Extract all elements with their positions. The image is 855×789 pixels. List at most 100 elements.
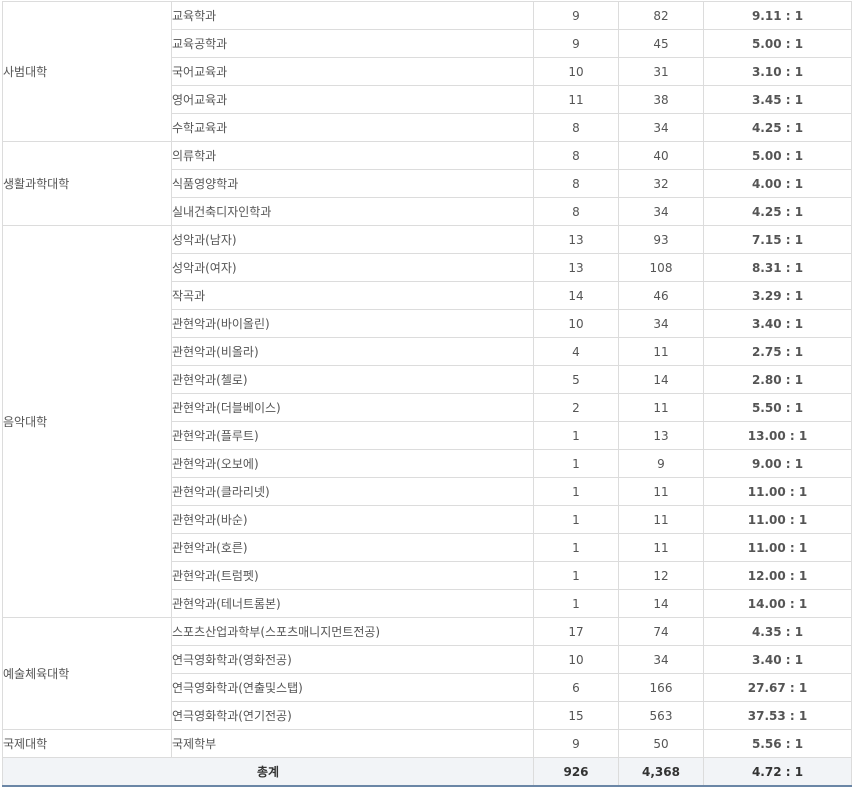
ratio-cell: 9.00 : 1: [703, 449, 852, 478]
quota-cell: 6: [533, 673, 619, 702]
quota-cell: 13: [533, 225, 619, 254]
total-ratio: 4.72 : 1: [703, 757, 852, 787]
applicants-cell: 34: [618, 197, 704, 226]
ratio-cell: 2.80 : 1: [703, 365, 852, 394]
department-cell: 교육학과: [171, 1, 534, 30]
quota-cell: 15: [533, 701, 619, 730]
quota-cell: 10: [533, 57, 619, 86]
department-cell: 국제학부: [171, 729, 534, 758]
table-body: 사범대학 교육학과 9 82 9.11 : 1 교육공학과 9 45 5.00 : 1 국어교육과…: [2, 1, 852, 758]
ratio-cell: 5.00 : 1: [703, 141, 852, 170]
department-cell: 관현악과(플루트): [171, 421, 534, 450]
department-cell: 성악과(남자): [171, 225, 534, 254]
quota-cell: 1: [533, 561, 619, 590]
applicants-cell: 11: [618, 533, 704, 562]
applicants-cell: 14: [618, 365, 704, 394]
quota-cell: 8: [533, 169, 619, 198]
quota-cell: 1: [533, 449, 619, 478]
quota-cell: 1: [533, 505, 619, 534]
table-row: 생활과학대학 의류학과 8 40 5.00 : 1: [2, 141, 852, 226]
department-cell: 수학교육과: [171, 113, 534, 142]
ratio-cell: 8.31 : 1: [703, 253, 852, 282]
department-cell: 영어교육과: [171, 85, 534, 114]
college-name-cell: 생활과학대학: [2, 141, 172, 226]
quota-cell: 8: [533, 197, 619, 226]
applicants-cell: 11: [618, 337, 704, 366]
quota-cell: 10: [533, 645, 619, 674]
ratio-cell: 14.00 : 1: [703, 589, 852, 618]
ratio-cell: 11.00 : 1: [703, 533, 852, 562]
ratio-cell: 4.00 : 1: [703, 169, 852, 198]
table-row: 국제대학 국제학부 9 50 5.56 : 1: [2, 729, 852, 758]
total-label: 총계: [2, 757, 534, 787]
applicants-cell: 45: [618, 29, 704, 58]
applicants-cell: 9: [618, 449, 704, 478]
ratio-cell: 7.15 : 1: [703, 225, 852, 254]
quota-cell: 11: [533, 85, 619, 114]
applicants-cell: 11: [618, 505, 704, 534]
total-applicants: 4,368: [618, 757, 704, 787]
ratio-cell: 12.00 : 1: [703, 561, 852, 590]
quota-cell: 8: [533, 141, 619, 170]
applicants-cell: 34: [618, 645, 704, 674]
ratio-cell: 3.29 : 1: [703, 281, 852, 310]
quota-cell: 13: [533, 253, 619, 282]
applicants-cell: 82: [618, 1, 704, 30]
quota-cell: 8: [533, 113, 619, 142]
applicants-cell: 50: [618, 729, 704, 758]
department-cell: 식품영양학과: [171, 169, 534, 198]
applicants-cell: 40: [618, 141, 704, 170]
department-cell: 국어교육과: [171, 57, 534, 86]
department-cell: 관현악과(첼로): [171, 365, 534, 394]
ratio-cell: 37.53 : 1: [703, 701, 852, 730]
ratio-cell: 3.10 : 1: [703, 57, 852, 86]
quota-cell: 1: [533, 589, 619, 618]
applicants-cell: 38: [618, 85, 704, 114]
applicants-cell: 13: [618, 421, 704, 450]
quota-cell: 9: [533, 729, 619, 758]
department-cell: 관현악과(트럼펫): [171, 561, 534, 590]
applicants-cell: 93: [618, 225, 704, 254]
quota-cell: 17: [533, 617, 619, 646]
table-row: 음악대학 성악과(남자) 13 93 7.15 : 1: [2, 225, 852, 618]
applicants-cell: 31: [618, 57, 704, 86]
ratio-cell: 5.50 : 1: [703, 393, 852, 422]
applicants-cell: 34: [618, 309, 704, 338]
applicants-cell: 14: [618, 589, 704, 618]
applicants-cell: 32: [618, 169, 704, 198]
department-cell: 의류학과: [171, 141, 534, 170]
quota-cell: 14: [533, 281, 619, 310]
quota-cell: 1: [533, 421, 619, 450]
ratio-cell: 3.45 : 1: [703, 85, 852, 114]
ratio-cell: 4.35 : 1: [703, 617, 852, 646]
quota-cell: 10: [533, 309, 619, 338]
ratio-cell: 2.75 : 1: [703, 337, 852, 366]
quota-cell: 1: [533, 533, 619, 562]
applicants-cell: 11: [618, 477, 704, 506]
applicants-cell: 563: [618, 701, 704, 730]
department-cell: 관현악과(바순): [171, 505, 534, 534]
quota-cell: 9: [533, 1, 619, 30]
department-cell: 연극영화학과(영화전공): [171, 645, 534, 674]
applicants-cell: 12: [618, 561, 704, 590]
ratio-cell: 3.40 : 1: [703, 645, 852, 674]
department-cell: 스포츠산업과학부(스포츠매니지먼트전공): [171, 617, 534, 646]
quota-cell: 5: [533, 365, 619, 394]
department-cell: 관현악과(오보에): [171, 449, 534, 478]
department-cell: 교육공학과: [171, 29, 534, 58]
college-name-cell: 예술체육대학: [2, 617, 172, 730]
ratio-cell: 9.11 : 1: [703, 1, 852, 30]
quota-cell: 1: [533, 477, 619, 506]
department-cell: 관현악과(비올라): [171, 337, 534, 366]
applicants-cell: 34: [618, 113, 704, 142]
department-cell: 관현악과(바이올린): [171, 309, 534, 338]
ratio-cell: 3.40 : 1: [703, 309, 852, 338]
quota-cell: 4: [533, 337, 619, 366]
ratio-cell: 11.00 : 1: [703, 505, 852, 534]
quota-cell: 9: [533, 29, 619, 58]
total-row: 총계 926 4,368 4.72 : 1: [2, 757, 852, 787]
department-cell: 실내건축디자인학과: [171, 197, 534, 226]
college-name-cell: 사범대학: [2, 1, 172, 142]
department-cell: 성악과(여자): [171, 253, 534, 282]
total-quota: 926: [533, 757, 619, 787]
